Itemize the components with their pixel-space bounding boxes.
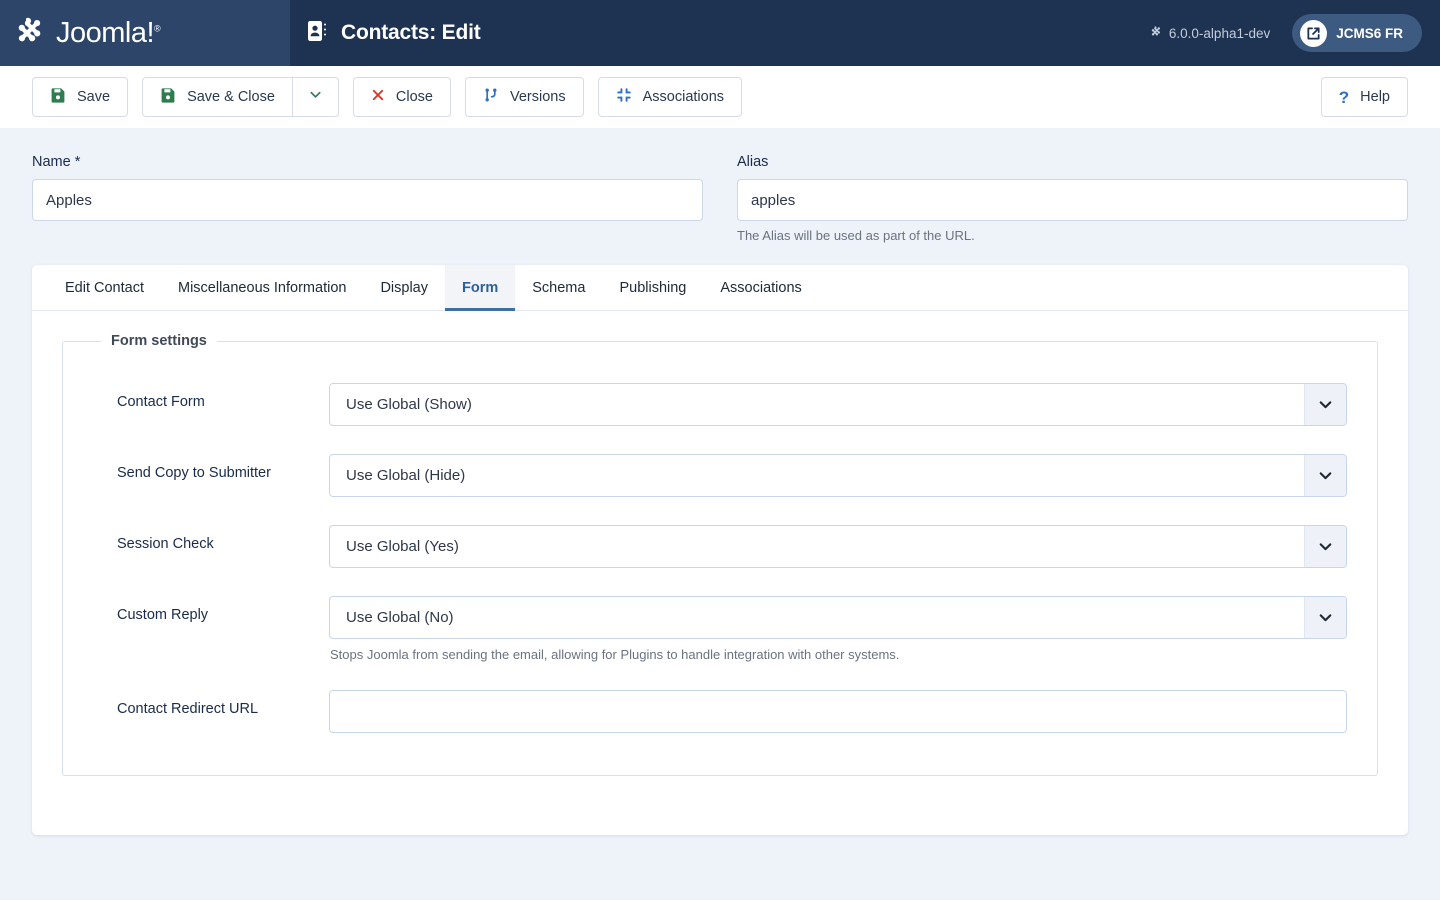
row-custom-reply: Custom Reply Use Global (No) Stops Jooml… (89, 582, 1351, 676)
external-link-icon (1300, 19, 1328, 47)
save-and-close-label: Save & Close (187, 89, 275, 105)
joomla-logo[interactable]: Joomla!® (14, 14, 161, 53)
row-contact-redirect-url: Contact Redirect URL (89, 676, 1351, 747)
send-copy-control: Use Global (Hide) (329, 454, 1347, 497)
page-title-wrap: Contacts: Edit (290, 20, 481, 47)
save-and-close-button[interactable]: Save & Close (143, 78, 292, 116)
row-session-check: Session Check Use Global (Yes) (89, 511, 1351, 582)
chevron-down-icon (1304, 384, 1346, 425)
x-icon (371, 88, 385, 106)
site-link-label: JCMS6 FR (1336, 25, 1403, 41)
tab-edit-contact[interactable]: Edit Contact (48, 265, 161, 310)
session-check-control: Use Global (Yes) (329, 525, 1347, 568)
chevron-down-icon (1304, 526, 1346, 567)
custom-reply-select-value: Use Global (No) (346, 609, 454, 626)
save-button[interactable]: Save (32, 77, 129, 117)
alias-field-group: Alias The Alias will be used as part of … (737, 154, 1408, 243)
tab-publishing[interactable]: Publishing (602, 265, 703, 310)
contact-form-select[interactable]: Use Global (Show) (329, 383, 1347, 426)
version-label: 6.0.0-alpha1-dev (1168, 25, 1271, 41)
alias-hint: The Alias will be used as part of the UR… (737, 228, 975, 243)
alias-label: Alias (737, 154, 769, 170)
save-options-dropdown-toggle[interactable] (291, 78, 338, 116)
close-button[interactable]: Close (352, 77, 451, 117)
tab-display[interactable]: Display (363, 265, 445, 310)
custom-reply-label: Custom Reply (117, 607, 209, 623)
joomla-logo-icon (14, 14, 48, 53)
editor-tabs: Edit Contact Miscellaneous Information D… (32, 265, 1408, 311)
contact-redirect-url-input[interactable] (329, 690, 1347, 733)
send-copy-select[interactable]: Use Global (Hide) (329, 454, 1347, 497)
send-copy-label: Send Copy to Submitter (117, 465, 271, 481)
chevron-down-icon (1304, 597, 1346, 638)
page-content: Name * Alias The Alias will be used as p… (0, 128, 1440, 835)
tab-form[interactable]: Form (445, 265, 516, 311)
contact-form-select-value: Use Global (Show) (346, 396, 472, 413)
associations-button[interactable]: Associations (597, 77, 743, 117)
versions-button[interactable]: Versions (465, 77, 584, 117)
custom-reply-control: Use Global (No) Stops Joomla from sendin… (329, 596, 1347, 662)
contact-form-control: Use Global (Show) (329, 383, 1347, 426)
joomla-wordmark: Joomla!® (56, 16, 161, 50)
question-mark-icon: ? (1338, 87, 1350, 107)
custom-reply-hint: Stops Joomla from sending the email, all… (330, 647, 900, 662)
alias-input[interactable] (737, 179, 1408, 221)
chevron-down-icon (308, 87, 323, 107)
brand-logo-pane[interactable]: Joomla!® (0, 0, 290, 66)
header-right-group: 6.0.0-alpha1-dev JCMS6 FR (1150, 0, 1422, 66)
contact-form-label: Contact Form (117, 394, 205, 410)
session-check-select[interactable]: Use Global (Yes) (329, 525, 1347, 568)
brand-name: Joomla! (56, 16, 155, 49)
visit-site-button[interactable]: JCMS6 FR (1292, 14, 1422, 52)
contact-redirect-url-label: Contact Redirect URL (117, 701, 259, 717)
associations-button-label: Associations (642, 89, 725, 105)
tab-panel-form: Form settings Contact Form Use Global (S… (32, 311, 1408, 818)
row-send-copy-to-submitter: Send Copy to Submitter Use Global (Hide) (89, 440, 1351, 511)
form-settings-legend: Form settings (111, 333, 207, 349)
tab-miscellaneous-information[interactable]: Miscellaneous Information (161, 265, 363, 310)
session-check-select-value: Use Global (Yes) (346, 538, 459, 555)
brand-trademark: ® (154, 22, 161, 33)
top-fields-row: Name * Alias The Alias will be used as p… (32, 128, 1408, 265)
contact-card-icon (308, 20, 328, 47)
save-and-close-split-button: Save & Close (142, 77, 339, 117)
editor-card: Edit Contact Miscellaneous Information D… (32, 265, 1408, 835)
contact-redirect-url-control (329, 690, 1347, 733)
joomla-mark-icon (1150, 25, 1163, 41)
code-branch-icon (483, 87, 499, 107)
help-button-label: Help (1360, 89, 1390, 105)
floppy-disk-icon (50, 87, 66, 107)
help-button[interactable]: ? Help (1320, 77, 1408, 117)
name-field-group: Name * (32, 154, 703, 243)
tab-associations[interactable]: Associations (703, 265, 818, 310)
page-title: Contacts: Edit (341, 21, 481, 44)
floppy-disk-icon (160, 87, 176, 107)
chevron-down-icon (1304, 455, 1346, 496)
toolbar-right-group: ? Help (1320, 77, 1408, 117)
version-indicator: 6.0.0-alpha1-dev (1150, 25, 1270, 41)
toolbar-left-group: Save Save & Close Close Versions Associa… (32, 77, 743, 117)
session-check-label: Session Check (117, 536, 214, 552)
send-copy-select-value: Use Global (Hide) (346, 467, 466, 484)
editor-toolbar: Save Save & Close Close Versions Associa… (0, 66, 1440, 128)
name-input[interactable] (32, 179, 703, 221)
close-button-label: Close (395, 89, 433, 105)
form-settings-fieldset: Form settings Contact Form Use Global (S… (62, 333, 1378, 776)
compress-arrows-icon (616, 87, 632, 107)
tab-schema[interactable]: Schema (515, 265, 602, 310)
save-button-label: Save (77, 89, 111, 105)
row-contact-form: Contact Form Use Global (Show) (89, 369, 1351, 440)
custom-reply-select[interactable]: Use Global (No) (329, 596, 1347, 639)
app-header: Joomla!® Contacts: Edit 6.0.0-alpha1-dev… (0, 0, 1440, 66)
versions-button-label: Versions (510, 89, 566, 105)
name-label: Name * (32, 154, 81, 170)
